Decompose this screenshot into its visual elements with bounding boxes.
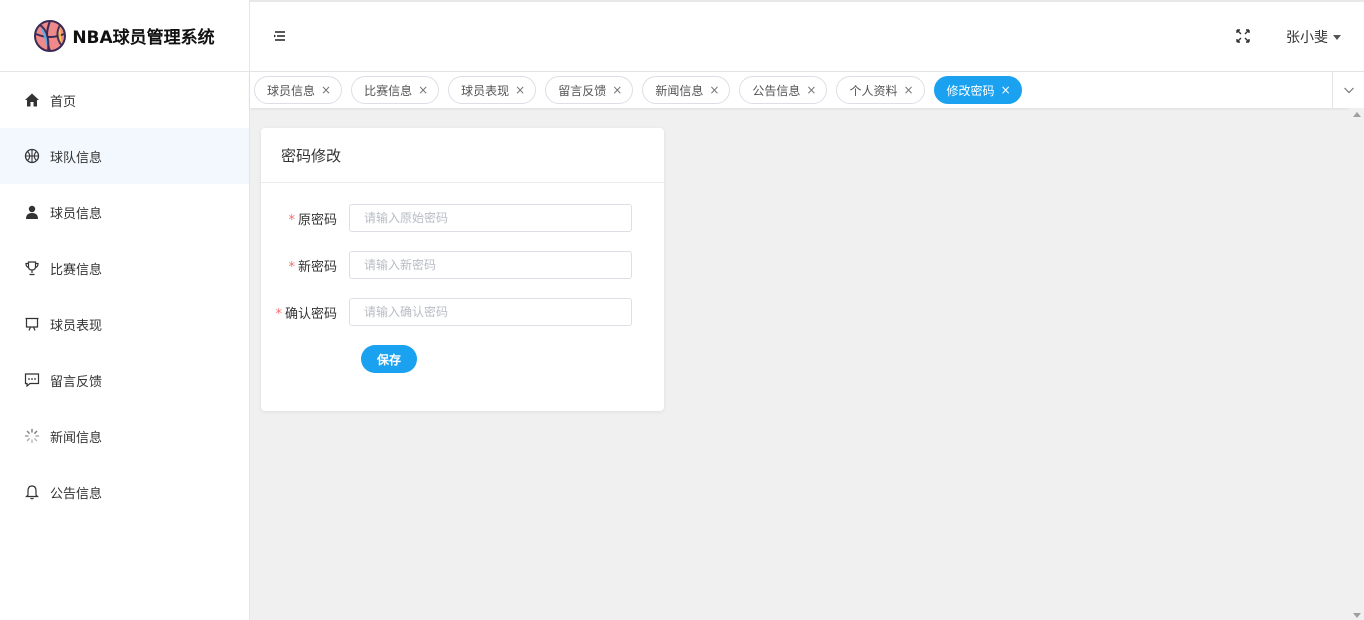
- tab-label: 球员表现: [461, 83, 510, 98]
- sidebar-item-label: 球员信息: [50, 206, 103, 222]
- app-logo[interactable]: NBA球员管理系统: [0, 0, 249, 72]
- bell-icon: [24, 484, 40, 500]
- close-icon[interactable]: ×: [1001, 84, 1011, 96]
- tab-player-info[interactable]: 球员信息 ×: [254, 76, 343, 104]
- basketball-outline-icon: [24, 148, 40, 164]
- trophy-icon: [24, 260, 40, 276]
- new-password-input[interactable]: [349, 251, 632, 279]
- tabs-list: 球员信息 × 比赛信息 × 球员表现 × 留言反馈 × 新闻信息 × 公告信息 × 个人资料…: [254, 76, 1022, 104]
- tabs-bar: 球员信息 × 比赛信息 × 球员表现 × 留言反馈 × 新闻信息 × 公告信息 × 个人资料…: [250, 72, 1364, 108]
- close-icon[interactable]: ×: [418, 84, 428, 96]
- old-password-label: * 原密码: [261, 209, 349, 228]
- sidebar-item-performance[interactable]: 球员表现: [0, 296, 249, 352]
- hamburger-icon[interactable]: [272, 28, 288, 44]
- presentation-board-icon: [24, 316, 40, 332]
- content-scrollbar[interactable]: [1349, 108, 1364, 620]
- tab-notices[interactable]: 公告信息 ×: [739, 76, 828, 104]
- tab-feedback[interactable]: 留言反馈 ×: [545, 76, 634, 104]
- tab-player-performance[interactable]: 球员表现 ×: [448, 76, 537, 104]
- sidebar-item-label: 比赛信息: [50, 262, 103, 278]
- tab-label: 修改密码: [946, 83, 995, 98]
- form-row-old-password: * 原密码: [261, 204, 632, 232]
- top-header: 张小斐: [250, 0, 1364, 72]
- close-icon[interactable]: ×: [612, 84, 622, 96]
- loading-spinner-icon: [24, 428, 40, 444]
- sidebar-item-label: 新闻信息: [50, 430, 103, 446]
- sidebar-item-notices[interactable]: 公告信息: [0, 464, 249, 520]
- close-icon[interactable]: ×: [321, 84, 331, 96]
- sidebar-item-news[interactable]: 新闻信息: [0, 408, 249, 464]
- chevron-down-icon: [1343, 87, 1354, 94]
- caret-down-icon: [1333, 34, 1341, 40]
- scroll-down-arrow-icon[interactable]: [1353, 613, 1361, 618]
- form-row-new-password: * 新密码: [261, 251, 632, 279]
- close-icon[interactable]: ×: [806, 84, 816, 96]
- tab-label: 个人资料: [849, 83, 898, 98]
- required-mark: *: [288, 212, 295, 228]
- user-icon: [24, 204, 40, 220]
- sidebar: NBA球员管理系统 首页 球队信息 球员信息 比赛信息 球员表现 留言反馈 新闻…: [0, 0, 250, 620]
- tabs-more-button[interactable]: [1332, 72, 1364, 108]
- tab-label: 公告信息: [752, 83, 801, 98]
- confirm-password-label: * 确认密码: [261, 303, 349, 322]
- tab-label: 比赛信息: [364, 83, 413, 98]
- confirm-password-input[interactable]: [349, 298, 632, 326]
- save-button[interactable]: 保存: [361, 345, 417, 373]
- field-label: 新密码: [297, 259, 337, 275]
- required-mark: *: [275, 306, 282, 322]
- password-change-card: 密码修改 * 原密码 * 新密码 * 确认密码 保存: [261, 128, 664, 411]
- user-name: 张小斐: [1286, 30, 1328, 46]
- fullscreen-icon[interactable]: [1236, 29, 1250, 43]
- close-icon[interactable]: ×: [709, 84, 719, 96]
- tab-match-info[interactable]: 比赛信息 ×: [351, 76, 440, 104]
- sidebar-item-label: 球队信息: [50, 150, 103, 166]
- tab-label: 球员信息: [267, 83, 316, 98]
- chat-dots-icon: [24, 372, 40, 388]
- home-icon: [24, 92, 40, 108]
- close-icon[interactable]: ×: [903, 84, 913, 96]
- sidebar-item-label: 留言反馈: [50, 374, 103, 390]
- sidebar-item-label: 首页: [50, 94, 77, 110]
- app-title: NBA球员管理系统: [72, 28, 215, 48]
- close-icon[interactable]: ×: [515, 84, 525, 96]
- sidebar-item-feedback[interactable]: 留言反馈: [0, 352, 249, 408]
- old-password-input[interactable]: [349, 204, 632, 232]
- required-mark: *: [288, 259, 295, 275]
- sidebar-menu: 首页 球队信息 球员信息 比赛信息 球员表现 留言反馈 新闻信息 公告信息: [0, 72, 249, 520]
- field-label: 确认密码: [284, 306, 337, 322]
- sidebar-item-home[interactable]: 首页: [0, 72, 249, 128]
- field-label: 原密码: [297, 212, 337, 228]
- card-title: 密码修改: [261, 128, 664, 183]
- tab-change-password[interactable]: 修改密码 ×: [933, 76, 1022, 104]
- basketball-icon: [34, 19, 67, 52]
- tab-news[interactable]: 新闻信息 ×: [642, 76, 731, 104]
- tab-profile[interactable]: 个人资料 ×: [836, 76, 925, 104]
- new-password-label: * 新密码: [261, 256, 349, 275]
- sidebar-item-players[interactable]: 球员信息: [0, 184, 249, 240]
- sidebar-item-teams[interactable]: 球队信息: [0, 128, 249, 184]
- sidebar-item-matches[interactable]: 比赛信息: [0, 240, 249, 296]
- user-menu[interactable]: 张小斐: [1286, 27, 1341, 47]
- tab-label: 留言反馈: [558, 83, 607, 98]
- sidebar-item-label: 球员表现: [50, 318, 103, 334]
- scroll-up-arrow-icon[interactable]: [1353, 112, 1361, 117]
- form-row-confirm-password: * 确认密码: [261, 298, 632, 326]
- sidebar-item-label: 公告信息: [50, 486, 103, 502]
- tab-label: 新闻信息: [655, 83, 704, 98]
